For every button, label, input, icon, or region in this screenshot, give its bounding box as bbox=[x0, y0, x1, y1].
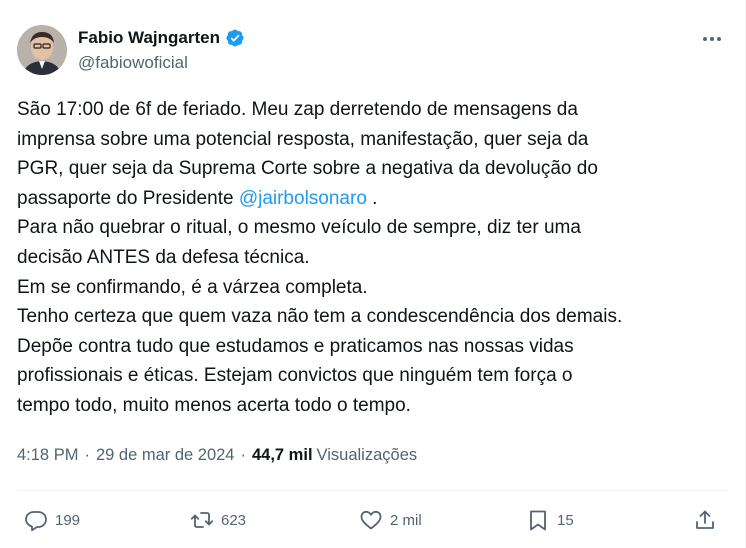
reply-button[interactable]: 199 bbox=[24, 503, 80, 537]
tweet-line: imprensa sobre uma potencial resposta, m… bbox=[17, 125, 732, 155]
tweet-text-segment: Tenho certeza que quem vaza não tem a co… bbox=[17, 306, 623, 328]
tweet-line: tempo todo, muito menos acerta todo o te… bbox=[17, 391, 732, 421]
tweet-text-segment: Em se confirmando, é a várzea completa. bbox=[17, 276, 368, 298]
divider bbox=[17, 490, 728, 491]
tweet-line: profissionais e éticas. Estejam convicto… bbox=[17, 361, 732, 391]
tweet-line: São 17:00 de 6f de feriado. Meu zap derr… bbox=[17, 95, 732, 125]
repost-button[interactable]: 623 bbox=[190, 503, 246, 537]
author-name-row: Fabio Wajngarten bbox=[78, 28, 245, 48]
tweet-text-segment: passaporte do Presidente bbox=[17, 187, 239, 209]
share-icon bbox=[696, 510, 714, 529]
mention-link[interactable]: @jairbolsonaro bbox=[239, 188, 367, 209]
tweet-text-segment: Para não quebrar o ritual, o mesmo veícu… bbox=[17, 217, 581, 239]
tweet-text-segment: PGR, quer seja da Suprema Corte sobre a … bbox=[17, 158, 598, 180]
bookmark-button[interactable]: 15 bbox=[526, 503, 574, 537]
tweet-text-segment: profissionais e éticas. Estejam convicto… bbox=[17, 365, 573, 387]
author-handle[interactable]: @fabiowoficial bbox=[78, 53, 188, 73]
reply-count: 199 bbox=[55, 511, 81, 529]
views-label: Visualizações bbox=[316, 446, 418, 464]
verified-badge-icon[interactable] bbox=[225, 28, 245, 48]
tweet-card: Fabio Wajngarten @fabiowoficial São 17:0… bbox=[0, 0, 746, 548]
tweet-text-segment: São 17:00 de 6f de feriado. Meu zap derr… bbox=[17, 99, 578, 120]
tweet-text-segment: Depõe contra tudo que estudamos e pratic… bbox=[17, 335, 574, 357]
more-dots-icon bbox=[703, 37, 721, 41]
share-button[interactable] bbox=[693, 503, 717, 537]
author-display-name[interactable]: Fabio Wajngarten bbox=[78, 28, 220, 48]
avatar[interactable] bbox=[17, 25, 67, 75]
repost-icon bbox=[190, 512, 214, 528]
tweet-line: Em se confirmando, é a várzea completa. bbox=[17, 273, 732, 303]
tweet-line: Tenho certeza que quem vaza não tem a co… bbox=[17, 302, 732, 332]
bookmark-count: 15 bbox=[557, 511, 574, 529]
like-count: 2 mil bbox=[390, 511, 422, 529]
tweet-text-segment: tempo todo, muito menos acerta todo o te… bbox=[17, 394, 411, 416]
tweet-text-segment: . bbox=[366, 187, 378, 209]
avatar-image bbox=[17, 25, 67, 75]
meta-separator: · bbox=[84, 446, 90, 464]
bookmark-icon bbox=[530, 510, 546, 531]
tweet-line: decisão ANTES da defesa técnica. bbox=[17, 243, 732, 273]
tweet-line: passaporte do Presidente @jairbolsonaro … bbox=[17, 184, 732, 214]
action-bar: 199 623 2 mil 15 bbox=[0, 503, 746, 537]
tweet-text-segment: imprensa sobre uma potencial resposta, m… bbox=[17, 128, 589, 150]
views-count[interactable]: 44,7 mil bbox=[252, 446, 313, 465]
tweet-time[interactable]: 4:18 PM bbox=[17, 446, 78, 465]
repost-count: 623 bbox=[221, 511, 247, 529]
reply-icon bbox=[25, 511, 47, 532]
tweet-date[interactable]: 29 de mar de 2024 bbox=[96, 446, 235, 465]
tweet-text: São 17:00 de 6f de feriado. Meu zap derr… bbox=[17, 95, 732, 421]
like-button[interactable]: 2 mil bbox=[359, 503, 422, 537]
tweet-line: PGR, quer seja da Suprema Corte sobre a … bbox=[17, 154, 732, 184]
meta-separator: · bbox=[240, 446, 246, 464]
heart-icon bbox=[360, 510, 382, 530]
tweet-text-segment: decisão ANTES da defesa técnica. bbox=[17, 246, 310, 268]
more-options-button[interactable] bbox=[697, 27, 727, 51]
tweet-meta: 4:18 PM · 29 de mar de 2024 · 44,7 mil V… bbox=[17, 446, 417, 465]
tweet-line: Para não quebrar o ritual, o mesmo veícu… bbox=[17, 213, 732, 243]
tweet-line: Depõe contra tudo que estudamos e pratic… bbox=[17, 332, 732, 362]
